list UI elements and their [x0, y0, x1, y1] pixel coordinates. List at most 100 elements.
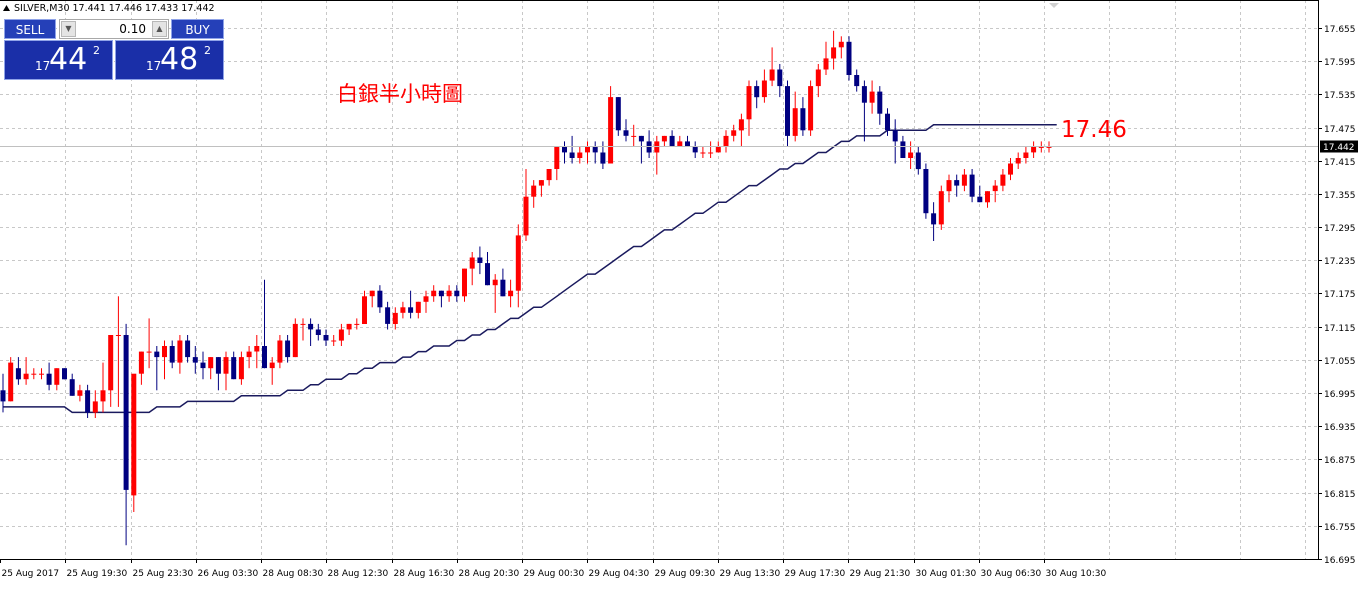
candle-body	[415, 301, 421, 313]
candle-body	[362, 296, 367, 324]
candle-body	[238, 357, 244, 380]
candle	[846, 36, 852, 81]
candle-body	[638, 135, 644, 142]
candle-body	[523, 196, 529, 236]
candle-body	[569, 152, 575, 158]
candle-body	[738, 119, 744, 131]
candle-body	[346, 323, 352, 330]
candle-body	[408, 307, 414, 313]
candle-body	[300, 323, 306, 325]
candle-body	[292, 323, 298, 358]
candle-body	[746, 86, 752, 120]
y-tick-label: 17.055	[1324, 357, 1356, 367]
candle-body	[623, 130, 629, 136]
lot-size-field[interactable]: ▼ 0.10 ▲	[59, 19, 169, 39]
y-tick-label: 16.935	[1324, 423, 1356, 433]
candle-body	[661, 135, 667, 142]
candle-body	[254, 346, 260, 352]
lot-size-value[interactable]: 0.10	[119, 20, 146, 38]
candle	[608, 86, 614, 164]
y-tick-label: 17.475	[1324, 125, 1356, 135]
y-tick-label: 17.595	[1324, 58, 1356, 68]
candle-body	[777, 69, 783, 87]
level-label: 17.46	[1061, 117, 1127, 143]
candle-body	[108, 335, 114, 391]
candle-body	[546, 169, 552, 181]
candle-body	[700, 152, 706, 154]
x-tick-label: 29 Aug 21:30	[850, 569, 911, 579]
candle-body	[500, 279, 506, 297]
candle-body	[892, 130, 898, 142]
candle-body	[792, 108, 798, 136]
candle-body	[631, 135, 637, 137]
candle-body	[761, 80, 767, 98]
y-tick-label: 17.115	[1324, 324, 1356, 334]
candle-body	[1031, 146, 1037, 153]
candle-body	[431, 290, 437, 297]
candle-body	[231, 357, 237, 380]
chart-area[interactable]: 17.655 17.595 17.535 17.475 17.415 17.355 17.2…	[0, 0, 1362, 586]
candle-body	[915, 152, 921, 170]
candle-body	[923, 169, 929, 214]
candle-body	[46, 373, 52, 385]
buy-quote-button[interactable]: 17 48 2	[115, 40, 224, 80]
buy-quote-big: 48	[160, 42, 199, 77]
current-price-label: 17.442	[1323, 143, 1355, 153]
y-tick-label: 16.995	[1324, 390, 1356, 400]
candle-body	[115, 335, 121, 336]
candle-body	[1046, 146, 1052, 148]
candle-body	[831, 47, 837, 59]
candle-body	[0, 390, 6, 402]
candle	[938, 185, 944, 230]
candle-body	[162, 346, 167, 358]
candle-body	[131, 373, 137, 496]
buy-button[interactable]: BUY	[171, 19, 224, 39]
candle-body	[885, 113, 890, 131]
candle-body	[846, 41, 852, 75]
candle-body	[492, 279, 498, 286]
candle-body	[454, 290, 460, 297]
candle-body	[615, 97, 621, 131]
candle-body	[585, 146, 590, 153]
lot-increase-icon[interactable]: ▲	[152, 21, 167, 37]
candle-body	[800, 108, 806, 131]
candle-body	[562, 146, 567, 153]
candle-body	[985, 191, 990, 203]
candle-body	[515, 235, 521, 291]
candle-body	[808, 86, 814, 131]
candle-body	[554, 146, 560, 169]
candle-body	[31, 373, 37, 375]
x-tick-label: 28 Aug 16:30	[394, 569, 455, 579]
candle-body	[977, 196, 983, 203]
candle	[292, 318, 298, 358]
candle-body	[938, 191, 944, 225]
sell-button[interactable]: SELL	[4, 19, 56, 39]
y-tick-label: 16.815	[1324, 490, 1356, 500]
candle-body	[785, 86, 790, 136]
sell-quote-button[interactable]: 17 44 2	[4, 40, 113, 80]
candle-body	[15, 368, 21, 380]
x-tick-label: 29 Aug 13:30	[720, 569, 781, 579]
candle	[615, 97, 621, 136]
x-tick-label: 25 Aug 23:30	[133, 569, 194, 579]
candle-body	[608, 97, 614, 164]
candle-body	[354, 323, 360, 325]
candle-body	[754, 86, 760, 98]
y-tick-label: 16.875	[1324, 456, 1356, 466]
candle-body	[538, 180, 544, 186]
y-tick-label: 17.175	[1324, 290, 1356, 300]
candle-body	[369, 290, 375, 297]
sell-quote-sup: 2	[93, 44, 100, 57]
candle-body	[1038, 146, 1044, 148]
candle-body	[600, 152, 606, 164]
lot-decrease-icon[interactable]: ▼	[61, 21, 76, 37]
buy-quote-sup: 2	[204, 44, 211, 57]
x-tick-label: 28 Aug 12:30	[328, 569, 389, 579]
y-tick-label: 17.235	[1324, 257, 1356, 267]
candle-body	[54, 368, 60, 385]
x-tick-label: 28 Aug 20:30	[459, 569, 520, 579]
candle	[808, 80, 814, 136]
sell-quote-prefix: 17	[35, 59, 51, 73]
x-tick-label: 28 Aug 08:30	[263, 569, 324, 579]
candle	[923, 163, 929, 219]
